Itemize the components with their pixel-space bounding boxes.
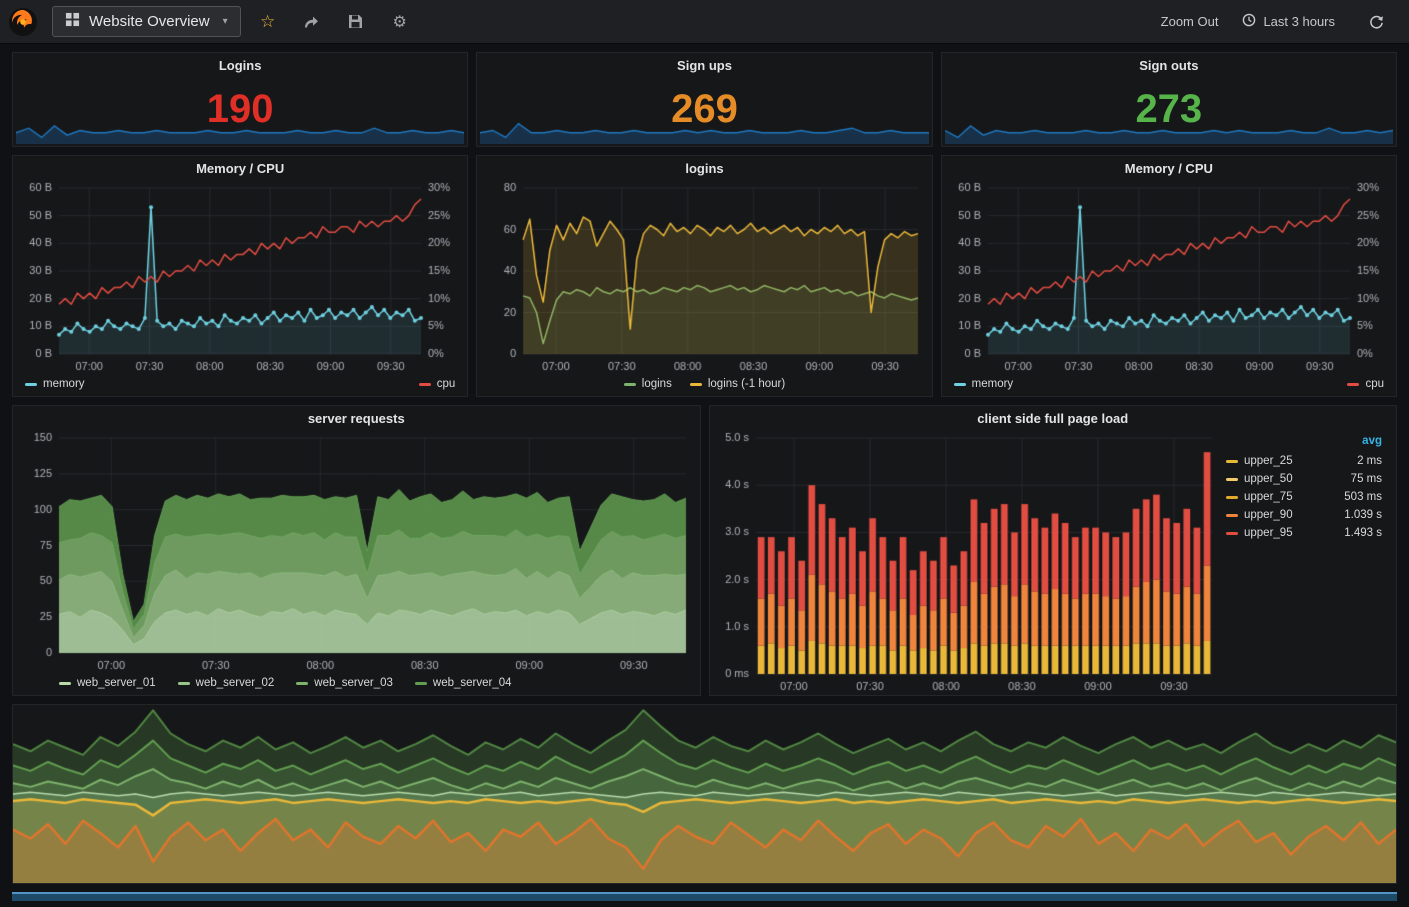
legend-label: upper_95 <box>1244 527 1293 539</box>
panel-logins-stat: Logins 190 <box>12 52 468 147</box>
stat-value: 269 <box>477 71 931 146</box>
dashboard-title: Website Overview <box>89 13 210 30</box>
legend-item[interactable]: web_server_04 <box>415 677 512 689</box>
panel-title[interactable]: server requests <box>13 406 700 428</box>
legend-label: web_server_01 <box>77 677 156 689</box>
legend-item[interactable]: cpu <box>1347 378 1384 390</box>
legend-label: memory <box>43 378 85 390</box>
time-range-label: Last 3 hours <box>1263 14 1335 29</box>
legend-item[interactable]: memory <box>25 378 85 390</box>
legend-label: upper_75 <box>1244 491 1293 503</box>
legend-label: logins <box>642 378 672 390</box>
save-icon[interactable] <box>339 7 373 37</box>
bottom-panel-peek <box>12 892 1397 901</box>
memory-cpu-chart[interactable] <box>942 178 1396 375</box>
navbar-right: Zoom Out Last 3 hours <box>1161 7 1393 37</box>
legend-avg-header: avg <box>1226 432 1382 452</box>
legend-label: upper_90 <box>1244 509 1293 521</box>
memory-cpu-legend: memory cpu <box>942 375 1396 396</box>
star-icon[interactable]: ☆ <box>251 7 285 37</box>
bottom-graph-chart[interactable] <box>13 705 1396 883</box>
legend-color-swatch <box>1226 478 1238 481</box>
logins-graph-legend: logins logins (-1 hour) <box>477 375 931 396</box>
legend-row[interactable]: upper_90 1.039 s <box>1226 506 1382 524</box>
legend-item[interactable]: web_server_02 <box>178 677 275 689</box>
panel-memory-cpu-1: Memory / CPU memory cpu <box>12 155 468 397</box>
panel-title[interactable]: Memory / CPU <box>942 156 1396 178</box>
panel-memory-cpu-2: Memory / CPU memory cpu <box>941 155 1397 397</box>
gear-icon[interactable]: ⚙ <box>383 7 417 37</box>
legend-color-swatch <box>59 682 71 685</box>
legend-color-swatch <box>1226 460 1238 463</box>
dashboard-grid: Logins 190 Sign ups 269 Sign outs 273 Me… <box>0 44 1409 884</box>
panel-signouts-stat: Sign outs 273 <box>941 52 1397 147</box>
zoom-out-button[interactable]: Zoom Out <box>1161 14 1219 29</box>
legend-color-swatch <box>25 383 37 386</box>
dashboard-picker[interactable]: Website Overview ▾ <box>52 6 241 37</box>
share-icon[interactable] <box>295 7 329 37</box>
legend-label: web_server_04 <box>433 677 512 689</box>
refresh-button[interactable] <box>1359 7 1393 37</box>
panel-page-load: client side full page load avg upper_25 2 … <box>709 405 1398 696</box>
legend-avg-value: 503 ms <box>1344 491 1382 503</box>
page-load-legend: avg upper_25 2 ms upper_50 75 ms upper_75 503 … <box>1224 428 1396 695</box>
panel-logins-graph: logins logins logins (-1 hour) <box>476 155 932 397</box>
legend-color-swatch <box>419 383 431 386</box>
legend-avg-value: 2 ms <box>1357 455 1382 467</box>
legend-row[interactable]: upper_75 503 ms <box>1226 488 1382 506</box>
logins-graph-chart[interactable] <box>477 178 931 375</box>
panel-title[interactable]: logins <box>477 156 931 178</box>
legend-label: web_server_02 <box>196 677 275 689</box>
legend-color-swatch <box>296 682 308 685</box>
memory-cpu-legend: memory cpu <box>13 375 467 396</box>
legend-avg-value: 75 ms <box>1351 473 1382 485</box>
legend-item[interactable]: logins (-1 hour) <box>690 378 785 390</box>
panel-bottom-graph <box>12 704 1397 884</box>
stat-value: 273 <box>942 71 1396 146</box>
legend-item[interactable]: web_server_03 <box>296 677 393 689</box>
legend-color-swatch <box>1226 496 1238 499</box>
server-requests-legend: web_server_01 web_server_02 web_server_03 w… <box>13 674 700 695</box>
clock-icon <box>1242 13 1256 30</box>
panel-title[interactable]: client side full page load <box>710 406 1397 428</box>
navbar-left: Website Overview ▾ ☆ ⚙ <box>8 6 417 37</box>
legend-label: memory <box>972 378 1014 390</box>
legend-color-swatch <box>624 383 636 386</box>
time-range-button[interactable]: Last 3 hours <box>1242 13 1335 30</box>
panel-title[interactable]: Memory / CPU <box>13 156 467 178</box>
grafana-logo[interactable] <box>8 7 38 37</box>
page-load-chart[interactable] <box>710 428 1225 695</box>
dashboard-grid-icon <box>65 12 80 31</box>
panel-server-requests: server requests web_server_01web_server_… <box>12 405 701 696</box>
legend-color-swatch <box>1226 532 1238 535</box>
legend-label: web_server_03 <box>314 677 393 689</box>
legend-item[interactable]: web_server_01 <box>59 677 156 689</box>
legend-color-swatch <box>1347 383 1359 386</box>
legend-avg-value: 1.039 s <box>1344 509 1382 521</box>
navbar: Website Overview ▾ ☆ ⚙ Zoom Out Last 3 h… <box>0 0 1409 44</box>
panel-signups-stat: Sign ups 269 <box>476 52 932 147</box>
legend-color-swatch <box>178 682 190 685</box>
stat-value: 190 <box>13 71 467 146</box>
legend-avg-value: 1.493 s <box>1344 527 1382 539</box>
legend-color-swatch <box>415 682 427 685</box>
legend-label: upper_50 <box>1244 473 1293 485</box>
caret-down-icon: ▾ <box>223 16 228 27</box>
legend-row[interactable]: upper_95 1.493 s <box>1226 524 1382 542</box>
legend-item[interactable]: memory <box>954 378 1014 390</box>
legend-color-swatch <box>954 383 966 386</box>
legend-row[interactable]: upper_50 75 ms <box>1226 470 1382 488</box>
server-requests-chart[interactable] <box>13 428 700 674</box>
legend-label: logins (-1 hour) <box>708 378 785 390</box>
legend-item[interactable]: cpu <box>419 378 456 390</box>
legend-label: upper_25 <box>1244 455 1293 467</box>
legend-row[interactable]: upper_25 2 ms <box>1226 452 1382 470</box>
legend-label: cpu <box>437 378 456 390</box>
legend-item[interactable]: logins <box>624 378 672 390</box>
memory-cpu-chart[interactable] <box>13 178 467 375</box>
legend-label: cpu <box>1365 378 1384 390</box>
legend-color-swatch <box>690 383 702 386</box>
legend-color-swatch <box>1226 514 1238 517</box>
